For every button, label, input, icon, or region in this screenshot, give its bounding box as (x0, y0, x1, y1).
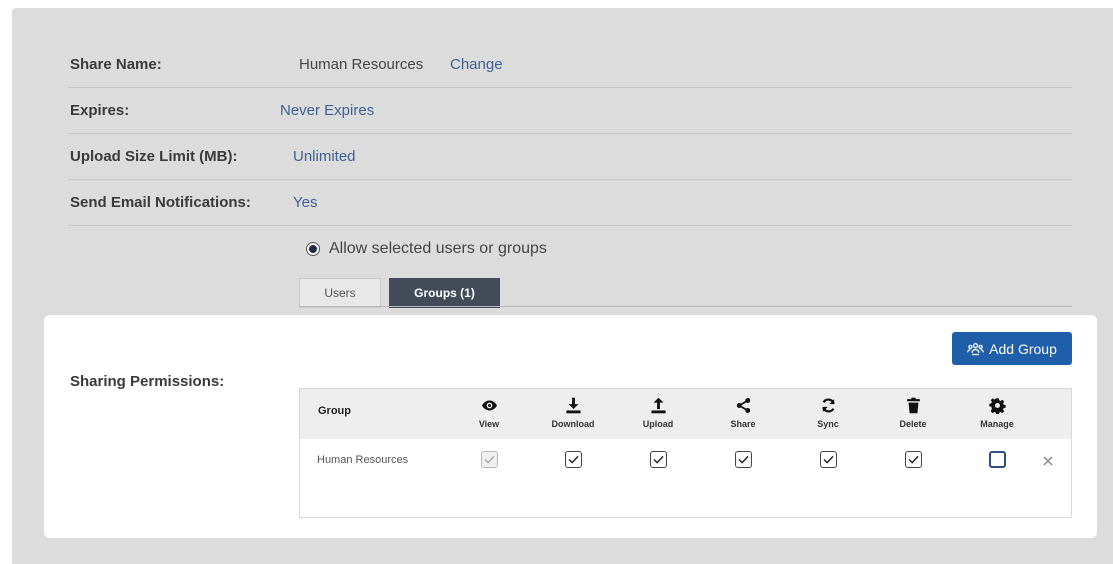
view-column-label: View (478, 419, 500, 429)
expires-link[interactable]: Never Expires (280, 102, 374, 119)
upload-column-header: Upload (623, 394, 693, 429)
delete-checkbox[interactable] (905, 451, 922, 468)
upload-limit-row: Upload Size Limit (MB): Unlimited (68, 134, 1072, 180)
trash-icon (906, 397, 920, 414)
sharing-permissions-label: Sharing Permissions: (70, 373, 225, 390)
sync-checkbox[interactable] (820, 451, 837, 468)
upload-column-label: Upload (642, 419, 674, 429)
tabs-divider (299, 306, 1072, 307)
delete-column-header: Delete (878, 394, 948, 429)
expires-label: Expires: (70, 102, 130, 119)
table-header: Group View Download Upload Share Sync De… (300, 389, 1071, 439)
share-checkbox[interactable] (735, 451, 752, 468)
check-icon (568, 455, 579, 464)
download-checkbox[interactable] (565, 451, 582, 468)
manage-checkbox[interactable] (989, 451, 1006, 468)
upload-checkbox[interactable] (650, 451, 667, 468)
check-icon (484, 455, 495, 464)
download-icon (565, 397, 581, 414)
delete-column-label: Delete (899, 419, 927, 429)
email-notifications-label: Send Email Notifications: (70, 194, 251, 211)
tab-users[interactable]: Users (299, 278, 381, 308)
eye-icon (481, 400, 497, 411)
sync-icon (821, 398, 835, 413)
check-icon (908, 455, 919, 464)
share-column-label: Share (730, 419, 756, 429)
upload-icon (650, 397, 666, 414)
share-column-header: Share (708, 394, 778, 429)
add-group-button[interactable]: Add Group (952, 332, 1072, 365)
allow-selected-radio[interactable] (306, 242, 320, 256)
check-icon (823, 455, 834, 464)
view-column-header: View (454, 394, 524, 429)
change-share-name-link[interactable]: Change (450, 56, 503, 73)
sync-column-header: Sync (793, 394, 863, 429)
users-icon (967, 342, 985, 355)
share-name-row: Share Name: Human Resources Change (68, 42, 1072, 88)
share-name-value: Human Resources (299, 56, 424, 73)
email-notifications-link[interactable]: Yes (293, 194, 317, 211)
view-checkbox (481, 451, 498, 468)
group-column-header: Group (318, 405, 351, 417)
allow-selected-label: Allow selected users or groups (329, 240, 547, 257)
share-icon (736, 398, 750, 413)
group-name-cell: Human Resources (317, 454, 409, 466)
manage-column-label: Manage (980, 419, 1014, 429)
add-group-label: Add Group (989, 340, 1057, 357)
gear-icon (988, 398, 1006, 414)
close-icon[interactable] (1042, 455, 1054, 467)
allow-selected-option[interactable]: Allow selected users or groups (306, 240, 547, 258)
expires-row: Expires: Never Expires (68, 88, 1072, 134)
download-column-header: Download (538, 394, 608, 429)
email-notifications-row: Send Email Notifications: Yes (68, 180, 1072, 226)
manage-column-header: Manage (962, 394, 1032, 429)
check-icon (653, 455, 664, 464)
upload-limit-label: Upload Size Limit (MB): (70, 148, 238, 165)
tab-groups[interactable]: Groups (1) (389, 278, 500, 308)
upload-limit-link[interactable]: Unlimited (293, 148, 356, 165)
share-name-label: Share Name: (70, 56, 162, 73)
download-column-label: Download (551, 419, 595, 429)
sync-column-label: Sync (817, 419, 839, 429)
permissions-table: Group View Download Upload Share Sync De… (299, 388, 1072, 518)
check-icon (738, 455, 749, 464)
